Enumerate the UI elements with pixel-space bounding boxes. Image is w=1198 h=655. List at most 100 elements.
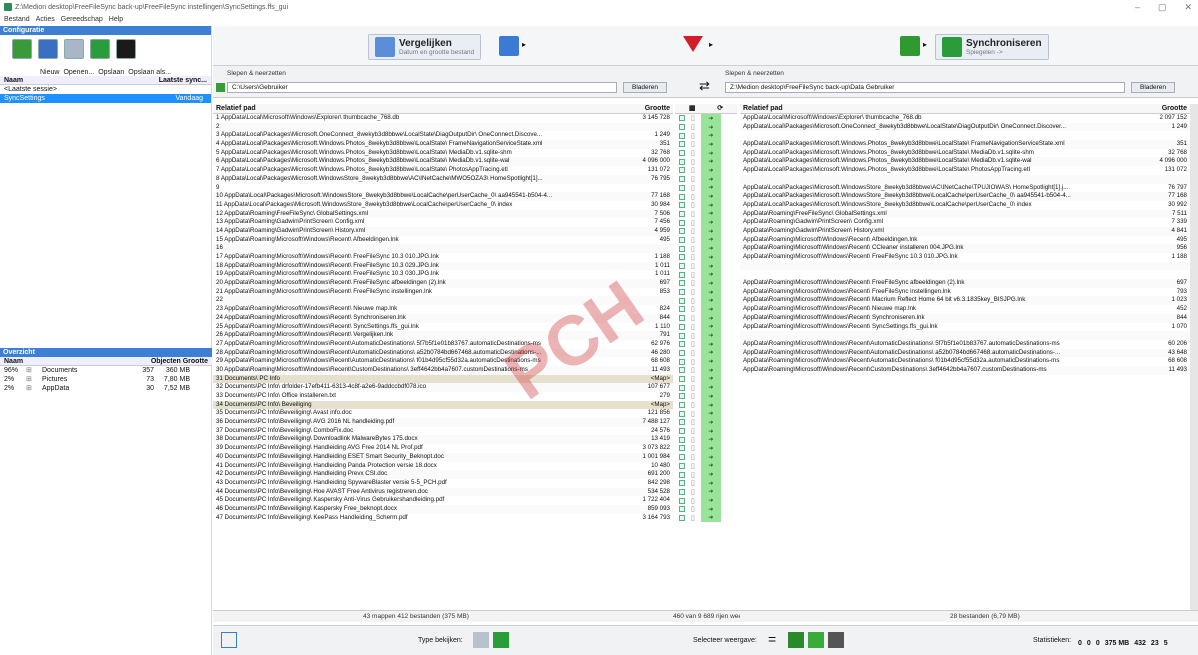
right-row[interactable]: AppData\Local\Packages\Microsoft.Windows… [740, 184, 1190, 193]
sync-direction-icon[interactable]: ➜ [700, 122, 721, 132]
sync-direction-icon[interactable]: ➜ [700, 131, 721, 141]
sync-direction-icon[interactable]: ➜ [700, 261, 721, 271]
right-row[interactable] [740, 131, 1190, 140]
right-col-size[interactable]: Grootte [1162, 104, 1187, 113]
left-row[interactable]: 17 AppData\Roaming\Microsoft\Windows\Rec… [213, 253, 673, 262]
left-row[interactable]: 46 Documents\PC Info\Beveiliging\ Kasper… [213, 504, 673, 514]
sync-direction-icon[interactable]: ➜ [700, 435, 721, 445]
include-checkbox[interactable] [679, 349, 685, 356]
maximize-icon[interactable]: ▢ [1158, 2, 1167, 13]
left-row[interactable]: 43 Documents\PC Info\Beveiliging\ Handle… [213, 479, 673, 488]
col-name[interactable]: Naam [4, 76, 23, 84]
include-checkbox[interactable] [679, 132, 685, 139]
include-checkbox[interactable] [679, 341, 685, 348]
include-checkbox[interactable] [679, 480, 685, 487]
left-row[interactable]: 2 [213, 122, 673, 132]
left-row[interactable]: 44 Documents\PC Info\Beveiliging\ Hoe AV… [213, 487, 673, 497]
checkbox-header-icon[interactable]: ▦ [689, 104, 696, 113]
right-row[interactable]: AppData\Local\Microsoft\Windows\Explorer… [740, 114, 1190, 123]
left-row[interactable]: 31 Documents\ PC Info <Map> [213, 374, 673, 384]
include-checkbox[interactable] [679, 306, 685, 313]
menu-tools[interactable]: Gereedschap [61, 16, 103, 23]
delete-view-icon[interactable] [828, 632, 844, 648]
compare-button[interactable]: Vergelijken Datum en grootte bestand [368, 34, 482, 60]
include-checkbox[interactable] [679, 402, 685, 409]
sync-direction-icon[interactable]: ➜ [700, 392, 721, 401]
sync-direction-icon[interactable]: ➜ [700, 418, 721, 427]
right-row[interactable] [740, 261, 1190, 271]
right-row[interactable]: AppData\Roaming\Microsoft\Windows\Recent… [740, 288, 1190, 297]
right-row[interactable]: AppData\Roaming\Microsoft\Windows\Recent… [740, 253, 1190, 262]
right-browse-button[interactable]: Bladeren [1131, 82, 1176, 93]
sync-direction-icon[interactable]: ➜ [700, 218, 721, 227]
right-row[interactable]: AppData\Roaming\Microsoft\Windows\Recent… [740, 365, 1190, 375]
include-checkbox[interactable] [679, 375, 685, 382]
sync-direction-icon[interactable]: ➜ [700, 444, 721, 453]
sync-direction-icon[interactable]: ➜ [700, 174, 721, 184]
sync-direction-icon[interactable]: ➜ [700, 504, 721, 514]
include-checkbox[interactable] [679, 115, 685, 122]
right-row[interactable]: AppData\Roaming\Gadwin\PrintScreen\ Conf… [740, 218, 1190, 227]
include-checkbox[interactable] [679, 419, 685, 426]
ov-col-size[interactable]: Grootte [183, 358, 208, 365]
sync-direction-icon[interactable]: ➜ [700, 296, 721, 306]
overview-row[interactable]: 2% ⊞ AppData 30 7,52 MB [0, 384, 212, 393]
left-row[interactable]: 41 Documents\PC Info\Beveiliging\ Handle… [213, 462, 673, 471]
right-row[interactable]: AppData\Local\Packages\Microsoft.Windows… [740, 192, 1190, 201]
left-col-size[interactable]: Grootte [645, 104, 670, 113]
sync-direction-icon[interactable]: ➜ [700, 357, 721, 366]
update-view-icon[interactable] [808, 632, 824, 648]
right-row[interactable]: AppData\Local\Packages\Microsoft.Windows… [740, 149, 1190, 158]
sync-direction-icon[interactable]: ➜ [700, 331, 721, 340]
include-checkbox[interactable] [679, 219, 685, 226]
view-type-icon-2[interactable] [493, 632, 509, 648]
include-checkbox[interactable] [679, 176, 685, 183]
right-scrollbar[interactable] [1190, 104, 1198, 610]
right-row[interactable]: AppData\Local\Packages\Microsoft.Windows… [740, 201, 1190, 210]
right-file-grid[interactable]: Relatief pad Grootte AppData\Local\Micros… [740, 104, 1190, 624]
sync-direction-icon[interactable]: ➜ [700, 470, 721, 479]
right-row[interactable] [740, 174, 1190, 184]
left-row[interactable]: 45 Documents\PC Info\Beveiliging\ Kasper… [213, 496, 673, 505]
left-row[interactable]: 5 AppData\Local\Packages\Microsoft.Windo… [213, 149, 673, 158]
batch-config-icon[interactable] [116, 39, 136, 59]
right-row[interactable]: AppData\Local\Packages\Microsoft.Windows… [740, 166, 1190, 175]
sync-direction-icon[interactable]: ➜ [700, 166, 721, 175]
sync-direction-icon[interactable]: ➜ [700, 365, 721, 375]
filter-icon[interactable] [683, 36, 703, 52]
right-row[interactable] [740, 331, 1190, 340]
save-button[interactable]: Opslaan [98, 69, 124, 76]
left-row[interactable]: 3 AppData\Local\Packages\Microsoft.OneCo… [213, 131, 673, 140]
sync-direction-icon[interactable]: ➜ [700, 183, 721, 193]
include-checkbox[interactable] [679, 471, 685, 478]
sync-direction-icon[interactable]: ➜ [700, 478, 721, 488]
include-checkbox[interactable] [679, 263, 685, 270]
sync-direction-icon[interactable]: ➜ [700, 496, 721, 505]
right-row[interactable]: AppData\Roaming\Microsoft\Windows\Recent… [740, 357, 1190, 366]
sync-direction-icon[interactable]: ➜ [700, 383, 721, 392]
col-last-sync[interactable]: Laatste sync... [159, 76, 207, 84]
right-row[interactable]: AppData\Roaming\Microsoft\Windows\Recent… [740, 313, 1190, 323]
sync-direction-icon[interactable]: ➜ [700, 253, 721, 262]
left-row[interactable]: 34 Documents\PC Info\ Beveiliging <Map> [213, 400, 673, 410]
swap-sides-icon[interactable]: ⇄ [699, 78, 710, 94]
left-row[interactable]: 7 AppData\Local\Packages\Microsoft.Windo… [213, 166, 673, 175]
compare-settings-icon[interactable] [499, 36, 519, 56]
right-row[interactable]: AppData\Roaming\Microsoft\Windows\Recent… [740, 348, 1190, 358]
sync-direction-icon[interactable]: ➜ [700, 114, 721, 123]
add-folder-icon[interactable] [216, 83, 225, 92]
include-checkbox[interactable] [679, 184, 685, 191]
create-view-icon[interactable] [788, 632, 804, 648]
sync-direction-icon[interactable]: ➜ [700, 513, 721, 523]
left-row[interactable]: 12 AppData\Roaming\FreeFileSync\ GlobalS… [213, 209, 673, 219]
close-icon[interactable]: ✕ [1184, 2, 1192, 13]
sync-direction-icon[interactable]: ➜ [700, 270, 721, 280]
sync-header-icon[interactable]: ⟳ [717, 104, 723, 113]
include-checkbox[interactable] [679, 193, 685, 200]
left-row[interactable]: 15 AppData\Roaming\Microsoft\Windows\Rec… [213, 236, 673, 245]
include-checkbox[interactable] [679, 289, 685, 296]
config-item-syncsettings[interactable]: SyncSettings Vandaag [0, 94, 211, 103]
right-row[interactable]: AppData\Roaming\Microsoft\Windows\Recent… [740, 296, 1190, 306]
sync-direction-icon[interactable]: ➜ [700, 374, 721, 384]
left-path-input[interactable]: C:\Users\Gebruiker [227, 82, 617, 93]
